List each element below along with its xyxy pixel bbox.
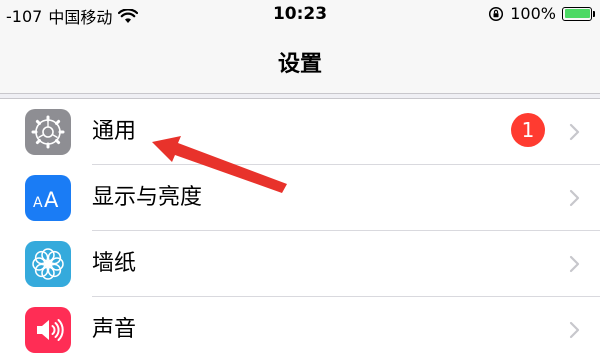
status-right: 100%: [488, 4, 595, 23]
settings-row-display-brightness[interactable]: A A 显示与亮度: [0, 165, 600, 231]
chevron-right-icon: [569, 123, 580, 141]
settings-row-label: 显示与亮度: [92, 185, 203, 210]
settings-row-sounds[interactable]: 声音: [0, 297, 600, 361]
wallpaper-flower-icon: [25, 241, 71, 287]
settings-screen: -107 中国移动 10:23 100% 设置 通用 1 A A 显示与亮度 墙…: [0, 0, 600, 361]
status-bar: -107 中国移动 10:23 100%: [0, 0, 600, 30]
navigation-bar: 设置: [0, 30, 600, 94]
gear-icon: [25, 109, 71, 155]
page-title: 设置: [277, 52, 322, 77]
settings-row-label: 墙纸: [92, 251, 137, 276]
battery-level-fill: [564, 9, 590, 18]
settings-row-label: 通用: [92, 119, 137, 144]
battery-percent: 100%: [510, 4, 556, 23]
battery-icon: [562, 6, 595, 21]
notification-badge: 1: [511, 113, 545, 147]
settings-row-label: 声音: [92, 317, 137, 342]
settings-list: 通用 1 A A 显示与亮度 墙纸 声音: [0, 98, 600, 361]
chevron-right-icon: [569, 255, 580, 273]
settings-row-wallpaper[interactable]: 墙纸: [0, 231, 600, 297]
chevron-right-icon: [569, 189, 580, 207]
svg-text:A: A: [44, 188, 59, 212]
orientation-lock-icon: [489, 6, 504, 21]
display-brightness-icon: A A: [25, 175, 71, 221]
settings-row-general[interactable]: 通用 1: [0, 99, 600, 165]
speaker-icon: [25, 307, 71, 353]
chevron-right-icon: [569, 321, 580, 339]
svg-text:A: A: [33, 195, 43, 211]
